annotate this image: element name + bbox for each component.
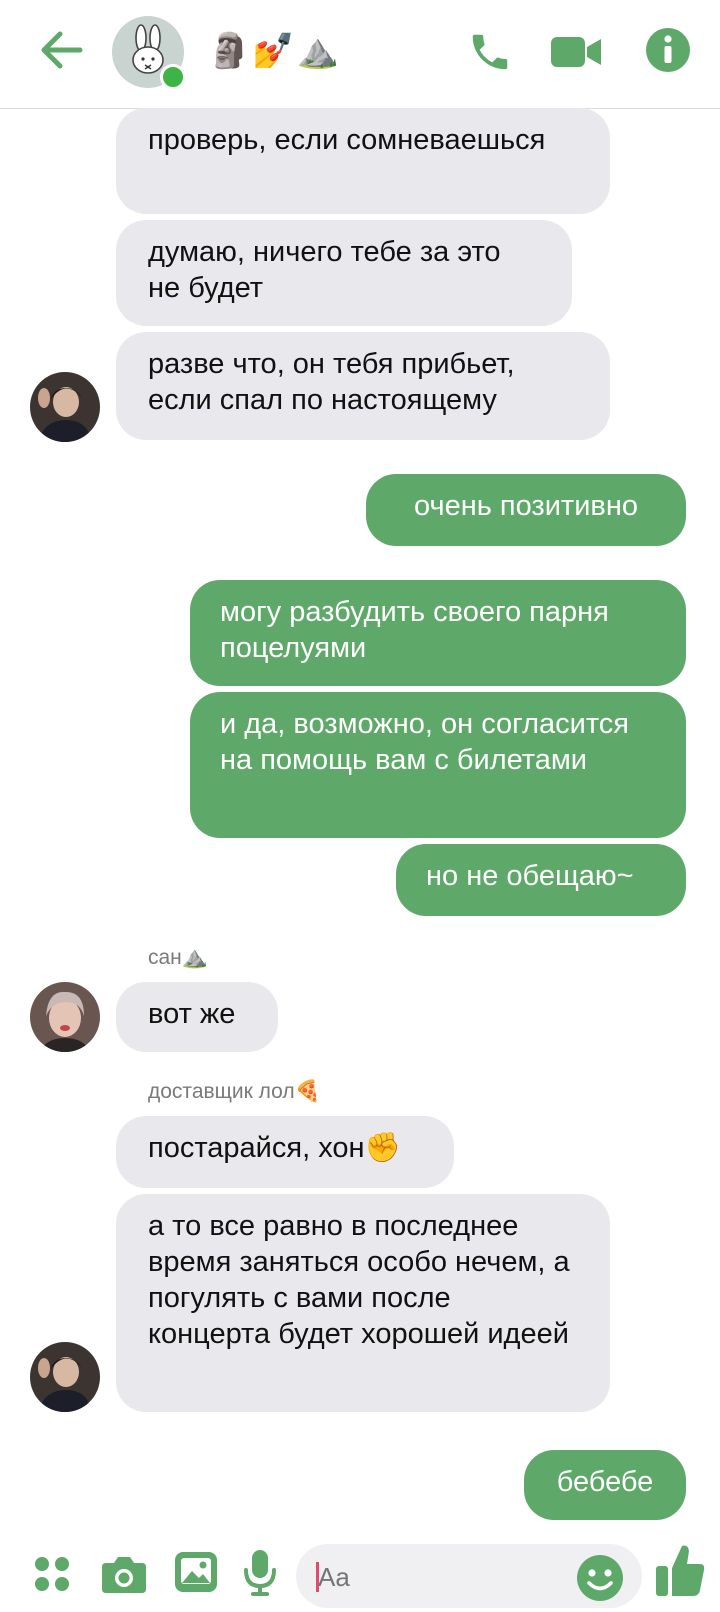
thumbs-up-icon	[656, 1545, 705, 1596]
video-camera-icon	[551, 37, 601, 67]
chat-info-button[interactable]	[644, 26, 692, 74]
message-text: очень позитивно	[414, 490, 638, 522]
message-composer	[0, 1530, 720, 1612]
message-text: бебебе	[556, 1466, 654, 1498]
avatar-photo-icon	[30, 1342, 100, 1412]
back-button[interactable]	[36, 28, 86, 72]
camera-icon	[102, 1557, 146, 1593]
message-text: вот же	[148, 998, 236, 1030]
outgoing-message[interactable]: но не обещаю~	[396, 844, 686, 916]
message-text: но не обещаю~	[426, 860, 634, 892]
outgoing-message[interactable]: очень позитивно	[366, 474, 686, 546]
sender-name: сан⛰️	[148, 946, 208, 969]
audio-call-button[interactable]	[464, 26, 516, 78]
emoji-icon	[577, 1555, 623, 1601]
sender-name: доставщик лол🍕	[148, 1080, 321, 1103]
incoming-message[interactable]: думаю, ничего тебе за это не будет	[116, 220, 572, 326]
message-text: а то все равно в последнее время занятьс…	[148, 1210, 570, 1350]
moai-emoji: 🗿	[208, 32, 251, 70]
nail-polish-emoji: 💅	[252, 32, 295, 70]
message-input[interactable]	[316, 1544, 560, 1610]
incoming-message[interactable]: вот же	[116, 982, 278, 1052]
message-input-field[interactable]	[296, 1544, 642, 1610]
avatar-photo-icon	[30, 982, 100, 1052]
video-call-button[interactable]	[548, 30, 604, 74]
camera-button[interactable]	[98, 1548, 150, 1600]
incoming-message[interactable]: а то все равно в последнее время занятьс…	[116, 1194, 610, 1412]
voice-message-button[interactable]	[238, 1546, 282, 1600]
gallery-icon	[175, 1552, 217, 1592]
apps-grid-icon	[35, 1557, 69, 1591]
chat-title[interactable]: 🗿 💅 ⛰️	[208, 28, 339, 74]
outgoing-message[interactable]: бебебе	[524, 1450, 686, 1520]
mountain-emoji: ⛰️	[296, 32, 340, 70]
gallery-button[interactable]	[170, 1546, 222, 1598]
message-text: разве что, он тебя прибьет, если спал по…	[148, 348, 515, 416]
message-text: думаю, ничего тебе за это не будет	[148, 236, 501, 304]
sender-avatar[interactable]	[30, 1342, 100, 1412]
microphone-icon	[244, 1550, 276, 1596]
incoming-message[interactable]: проверь, если сомневаешься	[116, 108, 610, 214]
outgoing-message[interactable]: могу разбудить своего парня поцелуями	[190, 580, 686, 686]
outgoing-message[interactable]: и да, возможно, он согласится на помощь …	[190, 692, 686, 838]
apps-button[interactable]	[28, 1550, 76, 1598]
chat-header: 🗿 💅 ⛰️	[0, 0, 720, 109]
avatar-photo-icon	[30, 372, 100, 442]
message-text: и да, возможно, он согласится на помощь …	[220, 708, 630, 776]
message-text: проверь, если сомневаешься	[148, 124, 546, 156]
message-text: могу разбудить своего парня поцелуями	[220, 596, 609, 664]
info-icon	[646, 28, 690, 72]
like-button[interactable]	[652, 1540, 708, 1600]
emoji-button[interactable]	[574, 1552, 626, 1604]
sender-avatar[interactable]	[30, 372, 100, 442]
online-status-dot	[160, 64, 186, 90]
incoming-message[interactable]: разве что, он тебя прибьет, если спал по…	[116, 332, 610, 440]
message-text: постарайся, хон✊	[148, 1132, 401, 1164]
sender-avatar[interactable]	[30, 982, 100, 1052]
phone-icon	[472, 34, 508, 70]
incoming-message[interactable]: постарайся, хон✊	[116, 1116, 454, 1188]
back-arrow-icon	[41, 31, 83, 69]
